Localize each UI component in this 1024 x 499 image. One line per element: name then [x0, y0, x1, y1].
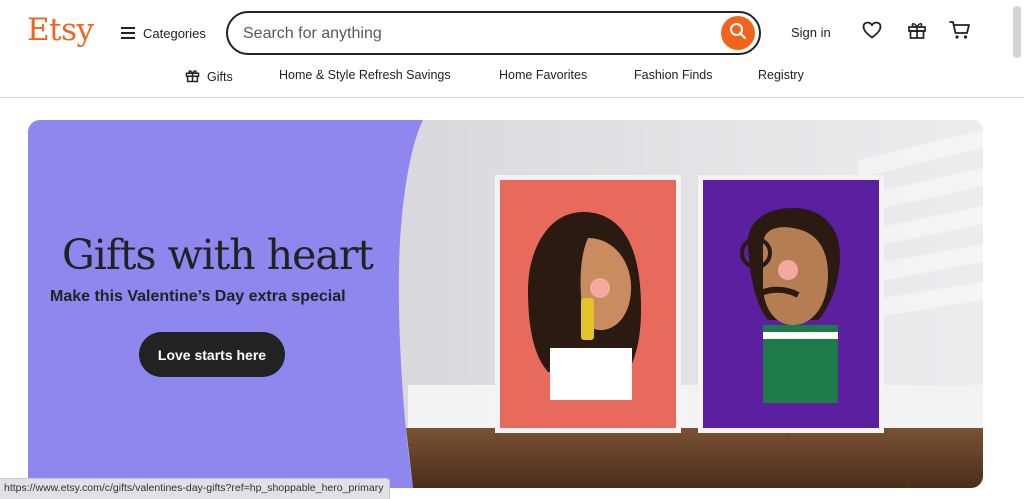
- nav-item-label: Registry: [758, 68, 804, 82]
- hero-banner[interactable]: Gifts with heart Make this Valentine’s D…: [28, 120, 983, 488]
- etsy-homepage: Etsy Categories Sign in: [0, 0, 1024, 499]
- nav-item-gifts[interactable]: Gifts: [185, 68, 233, 86]
- nav-item-home-style-refresh-savings[interactable]: Home & Style Refresh Savings: [279, 68, 451, 82]
- cart-icon: [949, 20, 971, 45]
- nav-item-home-favorites[interactable]: Home Favorites: [499, 68, 587, 82]
- hero-title: Gifts with heart: [62, 231, 374, 279]
- heart-icon: [862, 21, 882, 44]
- nav-item-label: Gifts: [207, 70, 233, 84]
- status-url: https://www.etsy.com/c/gifts/valentines-…: [0, 478, 391, 499]
- etsy-logo[interactable]: Etsy: [27, 12, 94, 48]
- nav-item-label: Home & Style Refresh Savings: [279, 68, 451, 82]
- gift-icon: [185, 68, 200, 86]
- categories-button[interactable]: Categories: [121, 22, 206, 44]
- site-header: Etsy Categories Sign in: [0, 0, 1024, 64]
- search-icon: [729, 22, 747, 45]
- nav-item-label: Home Favorites: [499, 68, 588, 82]
- love-starts-here-button[interactable]: Love starts here: [139, 332, 285, 377]
- category-nav: Gifts Home & Style Refresh Savings Home …: [0, 64, 1024, 98]
- gift-mode-button[interactable]: [905, 20, 929, 44]
- sign-in-link[interactable]: Sign in: [791, 25, 831, 40]
- menu-icon: [121, 27, 135, 39]
- search-input[interactable]: [243, 23, 713, 45]
- nav-item-fashion-finds[interactable]: Fashion Finds: [634, 68, 713, 82]
- hero-subtitle: Make this Valentine’s Day extra special: [50, 288, 346, 305]
- page-scrollbar[interactable]: [1013, 6, 1021, 58]
- nav-item-label: Fashion Finds: [634, 68, 713, 82]
- search-button[interactable]: [721, 16, 755, 50]
- search-bar: [226, 11, 761, 55]
- gift-icon: [907, 20, 927, 45]
- cart-button[interactable]: [948, 20, 972, 44]
- nav-item-registry[interactable]: Registry: [758, 68, 804, 82]
- favorites-button[interactable]: [860, 20, 884, 44]
- categories-label: Categories: [143, 25, 206, 41]
